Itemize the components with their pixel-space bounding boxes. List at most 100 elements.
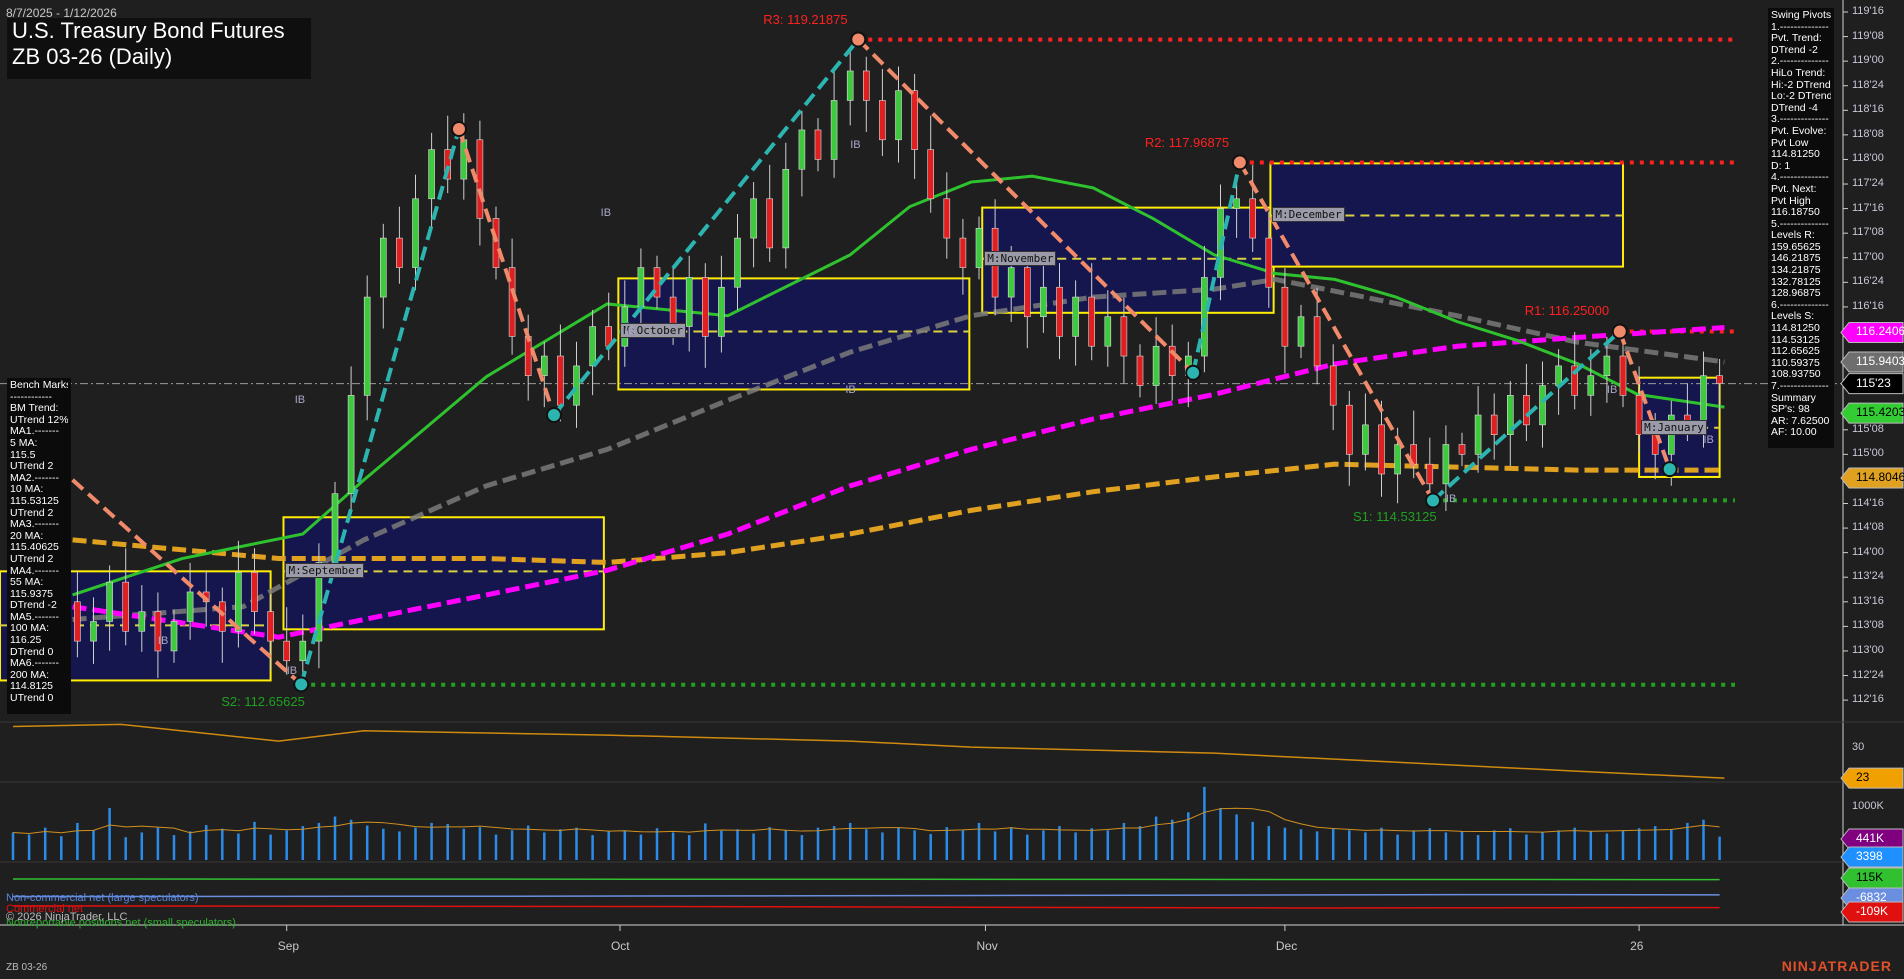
price-tick-label: 112'24 <box>1852 670 1884 681</box>
price-tick-label: 118'00 <box>1852 153 1884 164</box>
panel-line: Levels S: <box>1771 311 1831 323</box>
price-tick-label: 119'08 <box>1852 31 1884 42</box>
panel-line: 114.53125 <box>1771 335 1831 347</box>
price-tick-label: 117'24 <box>1852 178 1884 189</box>
price-tick-label: 113'08 <box>1852 620 1884 631</box>
cot-badge: 115K <box>1852 871 1883 883</box>
cot-badge: -6832 <box>1852 891 1887 903</box>
price-badge: 115.94039 <box>1852 355 1904 367</box>
panel-line: Pvt High <box>1771 196 1831 208</box>
brand-logo: NINJATRADER <box>1782 958 1892 974</box>
panel-line: Hi:-2 DTrend <box>1771 80 1831 92</box>
panel-line: 115.40625 <box>10 542 68 554</box>
monthly-box-label: M:September <box>285 563 364 578</box>
panel-line: AF: 10.00 <box>1771 427 1831 439</box>
indicator-tick-label: 30 <box>1852 742 1864 753</box>
panel-line: 114.81250 <box>1771 323 1831 335</box>
price-tick-label: 117'00 <box>1852 252 1884 263</box>
price-tick-label: 114'08 <box>1852 522 1884 533</box>
ib-mark: IB <box>850 140 860 151</box>
panel-line: MA5.------- <box>10 612 68 624</box>
time-tick-label: Dec <box>1276 940 1297 952</box>
price-tick-label: 119'00 <box>1852 55 1884 66</box>
panel-line: MA1.------- <box>10 426 68 438</box>
panel-line: 132.78125 <box>1771 277 1831 289</box>
ib-mark: IB <box>1607 385 1617 396</box>
time-tick-label: Sep <box>278 940 299 952</box>
ib-mark: IB <box>845 385 855 396</box>
price-tick-label: 116'16 <box>1852 301 1884 312</box>
ib-mark: IB <box>158 636 168 647</box>
panel-line: MA4.------- <box>10 566 68 578</box>
panel-line: DTrend 0 <box>10 647 68 659</box>
panel-line: UTrend 12% <box>10 415 68 427</box>
panel-line: MA6.------- <box>10 658 68 670</box>
price-tick-label: 114'00 <box>1852 547 1884 558</box>
panel-line: Pvt. Evolve: <box>1771 126 1831 138</box>
panel-line: 146.21875 <box>1771 253 1831 265</box>
panel-line: 100 MA: <box>10 623 68 635</box>
pivot-level-label: S2: 112.65625 <box>221 695 305 708</box>
price-tick-label: 117'16 <box>1852 203 1884 214</box>
panel-line: BM Trend: <box>10 403 68 415</box>
panel-line: 134.21875 <box>1771 265 1831 277</box>
panel-line: MA2.------- <box>10 473 68 485</box>
indicator-badge: 23 <box>1852 771 1869 783</box>
price-badge: 116.24063 <box>1852 325 1904 337</box>
panel-line: 4.-------------- <box>1771 172 1831 184</box>
panel-line: SP's: 98 <box>1771 404 1831 416</box>
panel-line: Swing Pivots <box>1771 10 1831 22</box>
swing-pivots-panel: Swing Pivots1.--------------Pvt. Trend:D… <box>1768 8 1834 448</box>
price-tick-label: 113'24 <box>1852 571 1884 582</box>
panel-line: 115.9375 <box>10 589 68 601</box>
panel-line: HiLo Trend: <box>1771 68 1831 80</box>
pivot-level-label: R2: 117.96875 <box>1145 136 1229 149</box>
panel-line: 6.-------------- <box>1771 300 1831 312</box>
monthly-box-label: M:January <box>1641 420 1707 435</box>
panel-line: 159.65625 <box>1771 242 1831 254</box>
panel-line: UTrend 2 <box>10 508 68 520</box>
price-badge: 115'23 <box>1852 377 1891 389</box>
panel-line: 110.59375 <box>1771 358 1831 370</box>
panel-line: D: 1 <box>1771 161 1831 173</box>
panel-line: Bench Marks <box>10 380 68 392</box>
price-badge: 115.42031 <box>1852 406 1904 418</box>
time-tick-label: 26 <box>1630 940 1643 952</box>
panel-line: UTrend 2 <box>10 554 68 566</box>
price-tick-label: 112'16 <box>1852 694 1884 705</box>
panel-line: 5 MA: <box>10 438 68 450</box>
panel-line: DTrend -2 <box>1771 45 1831 57</box>
panel-line: Lo:-2 DTrend <box>1771 91 1831 103</box>
panel-line: UTrend 0 <box>10 693 68 705</box>
panel-line: 2.-------------- <box>1771 56 1831 68</box>
volume-badge: 441K <box>1852 832 1884 844</box>
panel-line: 114.81250 <box>1771 149 1831 161</box>
panel-line: Levels R: <box>1771 230 1831 242</box>
price-tick-label: 113'00 <box>1852 645 1884 656</box>
panel-line: 10 MA: <box>10 484 68 496</box>
price-badge: 114.80469 <box>1852 471 1904 483</box>
price-tick-label: 118'08 <box>1852 129 1884 140</box>
volume-tick-label: 1000K <box>1852 801 1884 812</box>
panel-line: 116.25 <box>10 635 68 647</box>
panel-line: 55 MA: <box>10 577 68 589</box>
pivot-level-label: S1: 114.53125 <box>1353 510 1437 523</box>
panel-line: 200 MA: <box>10 670 68 682</box>
panel-line: 5.-------------- <box>1771 219 1831 231</box>
panel-line: 115.53125 <box>10 496 68 508</box>
panel-line: 7.-------------- <box>1771 381 1831 393</box>
volume-count-badge: 3398 <box>1852 850 1883 862</box>
panel-line: Pvt. Trend: <box>1771 33 1831 45</box>
panel-line: DTrend -4 <box>1771 103 1831 115</box>
ib-mark: IB <box>295 395 305 406</box>
price-tick-label: 118'16 <box>1852 104 1884 115</box>
panel-line: 1.-------------- <box>1771 22 1831 34</box>
price-tick-label: 113'16 <box>1852 596 1884 607</box>
copyright: © 2026 NinjaTrader, LLC <box>6 911 127 923</box>
price-tick-label: 119'16 <box>1852 6 1884 17</box>
monthly-box-label: M:December <box>1272 207 1344 222</box>
monthly-box-label: M:November <box>984 251 1056 266</box>
panel-line: 116.18750 <box>1771 207 1831 219</box>
price-tick-label: 115'00 <box>1852 448 1884 459</box>
ib-mark: IB <box>625 326 635 337</box>
